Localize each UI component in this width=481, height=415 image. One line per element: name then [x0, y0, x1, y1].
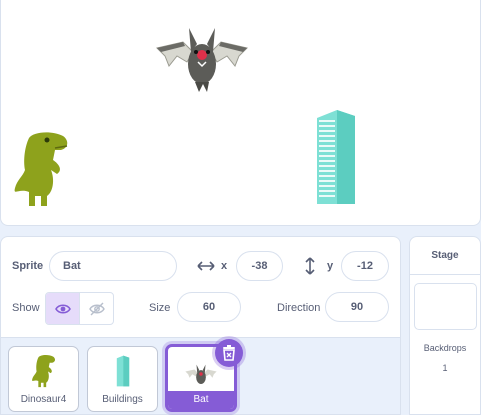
- buildings-sprite-icon[interactable]: [315, 108, 357, 206]
- sprite-tile-label: Buildings: [102, 394, 143, 405]
- sprite-info-panel: Sprite Bat x -38 y -12 Show Size 60 Dire…: [0, 236, 401, 337]
- size-label: Size: [149, 302, 171, 314]
- x-position-input[interactable]: -38: [236, 251, 283, 281]
- sprite-label: Sprite: [12, 260, 44, 272]
- y-position-input[interactable]: -12: [341, 251, 389, 281]
- backdrops-count: 1: [442, 363, 448, 373]
- horizontal-arrows-icon: [197, 261, 215, 271]
- stage-thumbnail[interactable]: [414, 283, 477, 330]
- bat-sprite-icon[interactable]: [153, 22, 251, 94]
- backdrops-label: Backdrops: [423, 343, 467, 353]
- show-button[interactable]: [46, 293, 80, 324]
- size-input[interactable]: 60: [177, 292, 241, 322]
- y-label: y: [327, 260, 334, 272]
- sprite-list: Dinosaur4 Buildings Bat: [0, 337, 401, 415]
- x-label: x: [221, 260, 228, 272]
- eye-hidden-icon: [88, 302, 105, 315]
- sprite-tile-label: Bat: [168, 391, 234, 409]
- trash-icon: [223, 345, 235, 361]
- delete-sprite-button[interactable]: [215, 339, 243, 367]
- sprite-tile-label: Dinosaur4: [20, 394, 67, 405]
- direction-input[interactable]: 90: [325, 292, 389, 322]
- direction-label: Direction: [277, 302, 321, 314]
- show-label: Show: [12, 302, 40, 314]
- dinosaur-sprite-icon[interactable]: [11, 130, 73, 208]
- stage-title: Stage: [410, 237, 480, 275]
- buildings-thumbnail-icon: [116, 355, 129, 387]
- stage-canvas[interactable]: [0, 0, 481, 226]
- dinosaur-thumbnail-icon: [31, 355, 55, 388]
- sprite-tile-buildings[interactable]: Buildings: [87, 346, 158, 412]
- eye-icon: [54, 303, 71, 314]
- visibility-toggle: [45, 292, 114, 325]
- vertical-arrows-icon: [305, 257, 315, 275]
- stage-selector[interactable]: Stage Backdrops 1: [409, 236, 481, 415]
- hide-button[interactable]: [80, 293, 113, 324]
- sprite-name-input[interactable]: Bat: [49, 251, 177, 281]
- bat-thumbnail-icon: [185, 364, 217, 385]
- sprite-tile-dinosaur4[interactable]: Dinosaur4: [8, 346, 79, 412]
